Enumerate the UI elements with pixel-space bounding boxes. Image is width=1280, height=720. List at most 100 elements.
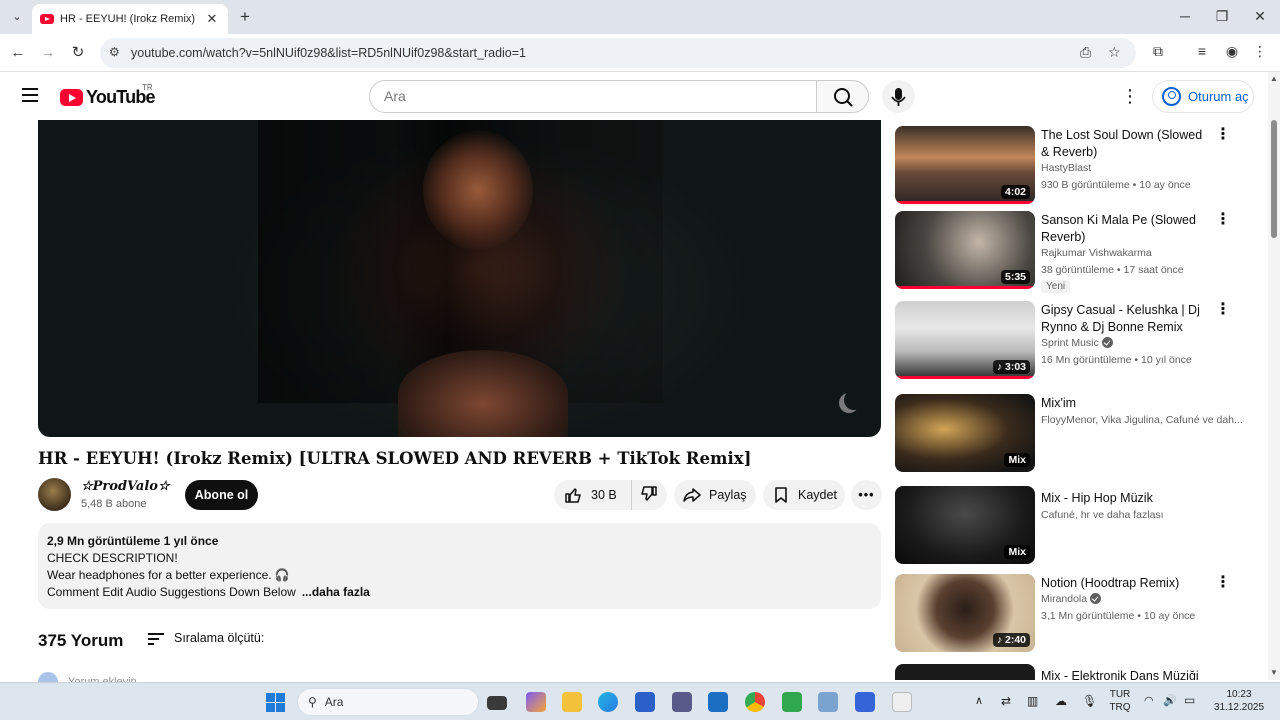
- related-video-title[interactable]: Mix'im: [1041, 395, 1207, 412]
- address-bar[interactable]: ⚙ youtube.com/watch?v=5nlNUif0z98&list=R…: [100, 38, 1136, 68]
- search-button[interactable]: [816, 80, 869, 113]
- related-video-channel[interactable]: Rajkumar Vishwakarma: [1041, 247, 1152, 259]
- bookmark-star-icon[interactable]: ☆: [1108, 44, 1121, 61]
- app-active-icon[interactable]: [892, 692, 912, 712]
- chrome-icon[interactable]: [745, 692, 765, 712]
- tray-app-icon-2[interactable]: ▥: [1027, 695, 1038, 708]
- file-explorer-icon[interactable]: [562, 692, 582, 712]
- settings-more-icon[interactable]: ⋮: [1121, 86, 1139, 106]
- scrollbar-thumb[interactable]: [1271, 120, 1277, 238]
- related-video-item[interactable]: ♪ 3:03 Gipsy Casual - Kelushka | Dj Rynn…: [895, 301, 1255, 381]
- wifi-icon[interactable]: ◠: [1144, 695, 1154, 708]
- lang-top: TUR: [1109, 689, 1131, 700]
- related-mix-item[interactable]: Mix Mix'im FloyyMenor, Vika Jigulina, Ca…: [895, 394, 1255, 474]
- minimize-icon[interactable]: ─: [1175, 8, 1195, 24]
- hamburger-menu-icon[interactable]: [22, 88, 38, 102]
- tray-cloud-icon[interactable]: ☁: [1055, 695, 1067, 708]
- scroll-down-arrow-icon[interactable]: ▼: [1270, 668, 1278, 677]
- like-button[interactable]: 30 B: [554, 480, 632, 510]
- related-mix-item[interactable]: Mix - Elektronik Dans Müziği: [895, 664, 1255, 680]
- related-mix-item[interactable]: Mix Mix - Hip Hop Müzik Cafuné, hr ve da…: [895, 486, 1255, 566]
- tab-search-chevron-icon[interactable]: ⌄: [8, 8, 26, 26]
- related-video-stats: 16 Mn görüntüleme • 10 yıl önce: [1041, 354, 1192, 366]
- video-thumbnail[interactable]: ♪ 3:03: [895, 301, 1035, 379]
- app-blue-icon[interactable]: [855, 692, 875, 712]
- windows-start-icon[interactable]: [266, 693, 285, 712]
- window-close-icon[interactable]: ✕: [1250, 8, 1270, 25]
- voice-search-button[interactable]: [882, 80, 915, 113]
- sort-icon: [148, 632, 164, 645]
- youtube-logo[interactable]: YouTube: [60, 87, 156, 108]
- browser-toolbar: ← → ↻ ⚙ youtube.com/watch?v=5nlNUif0z98&…: [0, 34, 1280, 72]
- taskbar-search-box[interactable]: ⚲ Ara: [297, 688, 479, 716]
- maximize-icon[interactable]: ❐: [1212, 8, 1232, 25]
- outlook-icon[interactable]: [708, 692, 728, 712]
- video-player[interactable]: [38, 120, 881, 437]
- app-settings-icon[interactable]: [818, 692, 838, 712]
- tray-overflow-chevron-icon[interactable]: ∧: [975, 695, 983, 708]
- video-thumbnail[interactable]: 4:02: [895, 126, 1035, 204]
- related-video-title[interactable]: Notion (Hoodtrap Remix): [1041, 575, 1207, 592]
- related-video-title[interactable]: Mix - Elektronik Dans Müziği: [1041, 668, 1207, 680]
- video-thumbnail[interactable]: ♪ 2:40: [895, 574, 1035, 652]
- extensions-icon[interactable]: ⧉: [1148, 43, 1168, 60]
- clock[interactable]: 10:23 31.12.2025: [1212, 688, 1266, 714]
- related-video-item[interactable]: 5:35 Sanson Ki Mala Pe (Slowed Reverb) R…: [895, 211, 1255, 293]
- subscribe-button[interactable]: Abone ol: [185, 480, 258, 510]
- item-menu-icon[interactable]: ⋮: [1215, 302, 1231, 318]
- item-menu-icon[interactable]: ⋮: [1215, 575, 1231, 591]
- reload-icon[interactable]: ↻: [68, 43, 88, 63]
- url-text[interactable]: youtube.com/watch?v=5nlNUif0z98&list=RD5…: [131, 46, 526, 60]
- dislike-button[interactable]: [632, 485, 666, 506]
- tray-app-icon[interactable]: ⇄: [1001, 695, 1011, 708]
- copilot-icon[interactable]: [526, 692, 546, 712]
- share-button[interactable]: Paylaş: [674, 480, 756, 510]
- video-thumbnail[interactable]: 5:35: [895, 211, 1035, 289]
- new-tab-button[interactable]: +: [236, 8, 254, 26]
- volume-icon[interactable]: 🔊: [1163, 695, 1177, 708]
- task-view-icon[interactable]: [487, 696, 507, 710]
- app-green-icon[interactable]: [782, 692, 802, 712]
- related-video-title[interactable]: The Lost Soul Down (Slowed & Reverb): [1041, 127, 1207, 161]
- media-controls-icon[interactable]: ≡: [1192, 43, 1212, 59]
- forward-arrow-icon[interactable]: →: [38, 43, 58, 63]
- related-video-title[interactable]: Sanson Ki Mala Pe (Slowed Reverb): [1041, 212, 1207, 246]
- site-info-icon[interactable]: ⚙: [109, 45, 120, 59]
- video-thumbnail[interactable]: Mix: [895, 486, 1035, 564]
- signin-button[interactable]: Oturum aç: [1152, 80, 1254, 113]
- page-scrollbar[interactable]: ▲ ▼: [1268, 72, 1280, 680]
- scroll-up-arrow-icon[interactable]: ▲: [1270, 74, 1278, 83]
- save-button[interactable]: Kaydet: [763, 480, 845, 510]
- channel-avatar[interactable]: [38, 478, 71, 511]
- channel-name[interactable]: ☆ProdValo☆: [81, 479, 170, 494]
- item-menu-icon[interactable]: ⋮: [1215, 127, 1231, 143]
- item-menu-icon[interactable]: ⋮: [1215, 212, 1231, 228]
- video-title: HR - EEYUH! (Irokz Remix) [ULTRA SLOWED …: [38, 449, 752, 468]
- sort-comments-button[interactable]: Sıralama ölçütü:: [148, 631, 264, 645]
- store-icon[interactable]: [635, 692, 655, 712]
- related-video-channel[interactable]: Mirandola: [1041, 593, 1087, 605]
- browser-menu-icon[interactable]: ⋮: [1250, 43, 1270, 60]
- related-video-title[interactable]: Mix - Hip Hop Müzik: [1041, 490, 1207, 507]
- video-thumbnail[interactable]: Mix: [895, 394, 1035, 472]
- back-arrow-icon[interactable]: ←: [8, 43, 28, 63]
- tray-mic-icon[interactable]: 🎙: [1082, 695, 1097, 708]
- more-actions-button[interactable]: •••: [851, 480, 882, 510]
- related-video-channel[interactable]: HastyBlast: [1041, 162, 1091, 174]
- related-video-channel[interactable]: Sprint Music: [1041, 337, 1099, 349]
- related-video-item[interactable]: ♪ 2:40 Notion (Hoodtrap Remix) Mirandola…: [895, 574, 1255, 654]
- browser-tab-active[interactable]: HR - EEYUH! (Irokz Remix) [U ✕: [32, 4, 228, 34]
- input-language-indicator[interactable]: TUR TRQ: [1108, 688, 1132, 714]
- edge-icon[interactable]: [598, 692, 618, 712]
- related-video-item[interactable]: 4:02 The Lost Soul Down (Slowed & Reverb…: [895, 126, 1255, 206]
- tab-close-icon[interactable]: ✕: [204, 11, 220, 27]
- related-video-title[interactable]: Gipsy Casual - Kelushka | Dj Rynno & Dj …: [1041, 302, 1207, 336]
- search-input[interactable]: Ara: [369, 80, 817, 113]
- install-app-icon[interactable]: ⎙: [1080, 44, 1091, 61]
- description-box[interactable]: 2,9 Mn görüntüleme 1 yıl önce CHECK DESC…: [38, 523, 881, 609]
- app-icon[interactable]: [672, 692, 692, 712]
- video-thumbnail[interactable]: [895, 664, 1035, 680]
- profile-icon[interactable]: ◉: [1222, 43, 1242, 60]
- battery-icon[interactable]: ▭: [1184, 694, 1195, 707]
- show-more-link[interactable]: ...daha fazla: [302, 585, 370, 599]
